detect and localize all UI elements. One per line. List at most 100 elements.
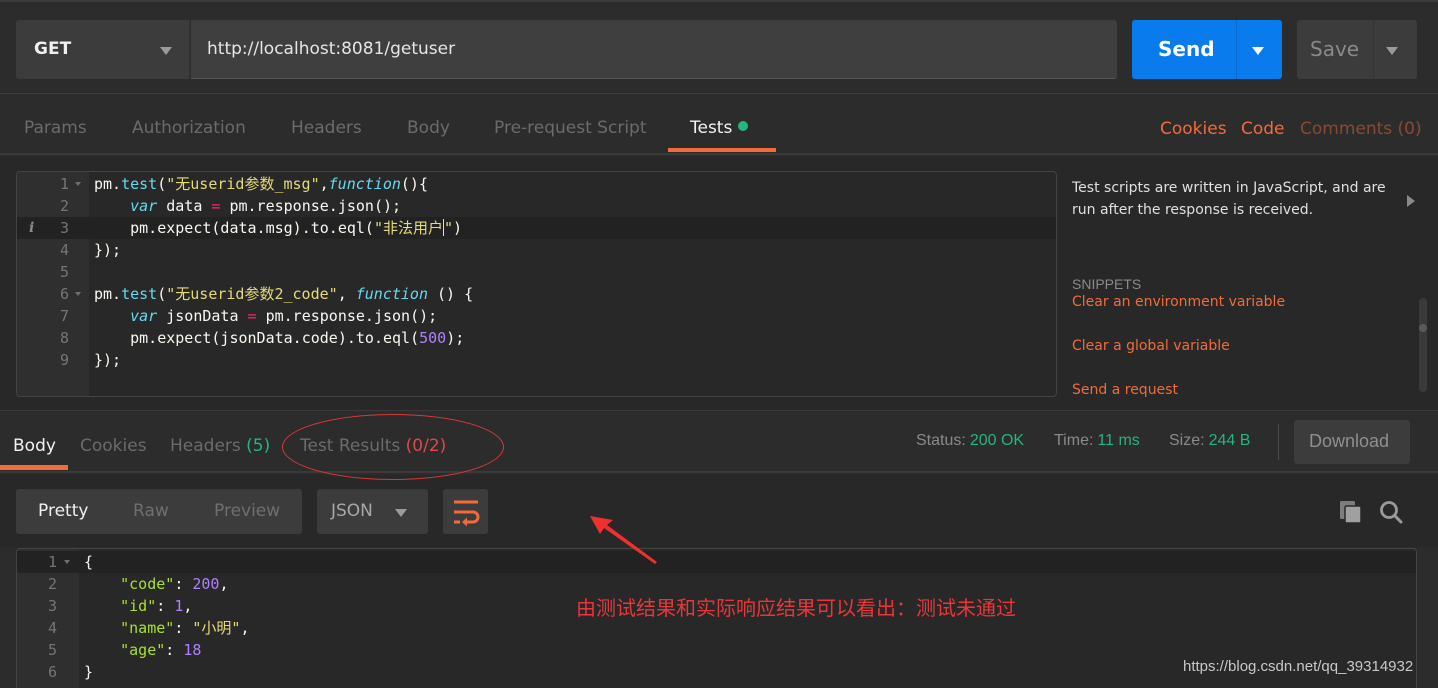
- tab-pre-request-script[interactable]: Pre-request Script: [494, 118, 647, 138]
- code-token: test: [121, 175, 158, 193]
- code-token: =: [247, 307, 257, 325]
- code-line: 7 var jsonData = pm.response.json();: [17, 305, 1056, 327]
- json-value: 18: [183, 641, 202, 659]
- tab-response-cookies[interactable]: Cookies: [80, 436, 147, 456]
- collapse-panel-arrow-icon[interactable]: [1407, 195, 1415, 207]
- save-button[interactable]: Save: [1297, 20, 1417, 79]
- code-token: });: [94, 241, 122, 259]
- line-number: 5: [47, 641, 57, 659]
- line-number: 2: [47, 575, 57, 593]
- code-token: pm.: [94, 285, 122, 303]
- view-pretty-button[interactable]: Pretty: [38, 501, 88, 521]
- code-line: 2 var data = pm.response.json();: [17, 195, 1056, 217]
- cookies-link[interactable]: Cookies: [1160, 119, 1227, 139]
- code-token: (: [157, 175, 167, 193]
- code-token: jsonData: [157, 307, 248, 325]
- code-token: var: [130, 307, 158, 325]
- size-value: 244 B: [1208, 432, 1251, 449]
- code-link[interactable]: Code: [1241, 119, 1285, 139]
- time-value: 11 ms: [1097, 432, 1140, 449]
- save-options-chevron-icon[interactable]: [1386, 47, 1398, 55]
- format-select[interactable]: JSON: [317, 489, 428, 534]
- tab-body[interactable]: Body: [407, 118, 450, 138]
- wrap-lines-icon: [454, 500, 480, 527]
- fold-arrow-icon[interactable]: [75, 292, 81, 296]
- code-token: test: [121, 285, 158, 303]
- code-token: (){: [400, 175, 428, 193]
- download-button[interactable]: Download: [1294, 420, 1410, 464]
- wrap-lines-button[interactable]: [443, 489, 488, 534]
- method-label: GET: [34, 39, 72, 59]
- fold-arrow-icon[interactable]: [75, 182, 81, 186]
- json-value: "小明": [192, 619, 241, 637]
- test-script-editor[interactable]: 1 pm.test("无userid参数_msg",function(){ 2 …: [16, 171, 1057, 397]
- json-token: {: [84, 553, 94, 571]
- line-number: 4: [47, 619, 57, 637]
- code-token: pm.response.json();: [220, 197, 402, 215]
- code-token: function: [355, 285, 428, 303]
- search-icon[interactable]: [1378, 499, 1404, 525]
- code-line-active: i 3 pm.expect(data.msg).to.eql("非法用户"): [17, 217, 1056, 239]
- code-token: () {: [428, 285, 474, 303]
- code-line: 4 });: [17, 239, 1056, 261]
- time-readout: Time: 11 ms: [1054, 432, 1140, 450]
- watermark: https://blog.csdn.net/qq_39314932: [1183, 658, 1414, 675]
- code-token: );: [446, 329, 465, 347]
- url-input[interactable]: [207, 37, 1087, 61]
- line-number: 6: [59, 285, 69, 303]
- json-key: "code": [120, 575, 175, 593]
- tab-response-headers[interactable]: Headers (5): [170, 436, 270, 456]
- download-label: Download: [1309, 431, 1390, 451]
- code-token: function: [328, 175, 401, 193]
- line-number: 5: [59, 263, 69, 281]
- code-line: 8 pm.expect(jsonData.code).to.eql(500);: [17, 327, 1056, 349]
- snippet-clear-environment-variable[interactable]: Clear an environment variable: [1072, 294, 1285, 310]
- send-divider: [1236, 20, 1237, 79]
- response-toolbar: Pretty Raw Preview JSON: [0, 475, 1438, 547]
- line-number: 1: [59, 175, 69, 193]
- snippet-send-request[interactable]: Send a request: [1072, 382, 1178, 398]
- method-select[interactable]: GET: [16, 20, 190, 79]
- line-number: 2: [59, 197, 69, 215]
- view-raw-button[interactable]: Raw: [133, 501, 169, 521]
- snippets-scrollbar[interactable]: [1419, 298, 1427, 392]
- json-token: }: [84, 663, 94, 681]
- active-tab-indicator: [0, 465, 68, 470]
- line-number: 3: [47, 597, 57, 615]
- tab-authorization[interactable]: Authorization: [132, 118, 246, 138]
- tab-headers[interactable]: Headers: [291, 118, 362, 138]
- code-token: ): [453, 219, 463, 237]
- comments-link[interactable]: Comments (0): [1300, 119, 1422, 139]
- line-number: 3: [59, 219, 69, 237]
- code-token: 500: [419, 329, 447, 347]
- snippets-scrollbar-thumb[interactable]: [1419, 324, 1427, 332]
- request-tabs: Params Authorization Headers Body Pre-re…: [0, 95, 1438, 155]
- view-mode-toggle: Pretty Raw Preview: [16, 489, 302, 534]
- code-line: 5: [17, 261, 1056, 283]
- annotation-note: 由测试结果和实际响应结果可以看出：测试未通过: [576, 596, 1016, 620]
- view-preview-button[interactable]: Preview: [214, 501, 280, 521]
- send-label: Send: [1158, 37, 1215, 61]
- code-token: var: [130, 197, 158, 215]
- headers-count-badge: (5): [246, 436, 271, 456]
- send-options-chevron-icon[interactable]: [1252, 47, 1264, 55]
- line-number: 8: [59, 329, 69, 347]
- fold-arrow-icon[interactable]: [64, 560, 70, 564]
- json-line: 1 {: [17, 551, 1416, 573]
- copy-icon[interactable]: [1338, 499, 1364, 525]
- tests-help-text: Test scripts are written in JavaScript, …: [1072, 180, 1386, 218]
- line-number: 9: [59, 351, 69, 369]
- annotation-arrow-icon: [590, 516, 657, 564]
- json-key: "age": [120, 641, 166, 659]
- status-readout: Status: 200 OK: [916, 432, 1024, 450]
- send-button[interactable]: Send: [1132, 20, 1282, 79]
- snippet-clear-global-variable[interactable]: Clear a global variable: [1072, 338, 1230, 354]
- tab-tests[interactable]: Tests: [690, 118, 749, 138]
- tab-response-body[interactable]: Body: [13, 436, 56, 456]
- tab-params[interactable]: Params: [24, 118, 87, 138]
- line-number: 7: [59, 307, 69, 325]
- format-label: JSON: [331, 501, 373, 521]
- code-token: "无userid参数2_code": [166, 285, 338, 303]
- size-readout: Size: 244 B: [1169, 432, 1250, 450]
